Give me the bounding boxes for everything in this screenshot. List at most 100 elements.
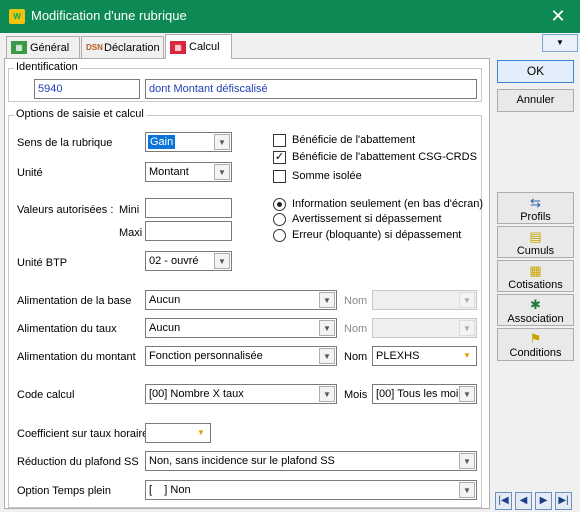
somme-isolee-label: Somme isolée	[292, 170, 362, 182]
alim-montant-select[interactable]: Fonction personnalisée ▼	[145, 346, 337, 366]
mois-label: Mois	[344, 389, 368, 401]
temps-plein-select[interactable]: [ ] Non ▼	[145, 480, 477, 500]
chevron-down-icon: ▼	[319, 320, 335, 336]
mois-value: [00] Tous les mois	[376, 388, 458, 400]
cumuls-icon: ▤	[529, 229, 542, 244]
alim-montant-label: Alimentation du montant	[17, 351, 136, 363]
conditions-button[interactable]: ⚑ Conditions	[497, 328, 574, 361]
unite-select[interactable]: Montant ▼	[145, 162, 232, 182]
chevron-down-icon: ▼	[214, 253, 230, 269]
first-record-icon[interactable]: |◀	[495, 492, 512, 510]
mini-label: Mini	[119, 204, 140, 216]
association-label: Association	[507, 313, 564, 325]
chevron-down-icon: ▼	[459, 386, 475, 402]
alim-taux-select[interactable]: Aucun ▼	[145, 318, 337, 338]
temps-plein-value: [ ] Non	[149, 484, 191, 496]
information-radio[interactable]	[273, 198, 286, 211]
chevron-down-icon: ▼	[214, 164, 230, 180]
avertissement-label: Avertissement si dépassement	[292, 213, 442, 225]
code-calcul-value: [00] Nombre X taux	[149, 388, 244, 400]
chevron-down-icon: ▼	[319, 292, 335, 308]
dsn-icon: DSN	[86, 43, 103, 52]
maxi-field[interactable]	[145, 221, 232, 241]
sens-value: Gain	[148, 135, 176, 149]
unite-btp-label: Unité BTP	[17, 257, 68, 269]
alim-base-nom-label: Nom	[344, 295, 368, 307]
alim-taux-label: Alimentation du taux	[17, 323, 117, 335]
window-title: Modification d'une rubrique	[31, 8, 187, 23]
tab-label: Général	[30, 41, 70, 54]
chevron-down-icon: ▼	[319, 386, 335, 402]
reduction-value: Non, sans incidence sur le plafond SS	[149, 455, 335, 467]
chevron-down-icon: ▼	[459, 453, 475, 469]
valeurs-label: Valeurs autorisées :	[17, 204, 114, 216]
profils-button[interactable]: ⇆ Profils	[497, 192, 574, 224]
options-group	[8, 115, 482, 508]
information-label: Information seulement (en bas d'écran)	[292, 198, 484, 210]
reduction-select[interactable]: Non, sans incidence sur le plafond SS ▼	[145, 451, 477, 471]
unite-btp-value: 02 - ouvré	[149, 255, 199, 267]
grid-icon: ▦	[11, 41, 27, 54]
alim-base-select[interactable]: Aucun ▼	[145, 290, 337, 310]
alim-taux-nom-label: Nom	[344, 323, 368, 335]
abattement-checkbox[interactable]	[273, 134, 286, 147]
mois-select[interactable]: [00] Tous les mois ▼	[372, 384, 477, 404]
alim-montant-nom-select[interactable]: PLEXHS ▼	[372, 346, 477, 366]
code-field[interactable]: 5940	[34, 79, 140, 99]
profils-label: Profils	[520, 211, 551, 223]
cumuls-label: Cumuls	[516, 245, 555, 257]
alim-taux-nom-select[interactable]: ▼	[372, 318, 477, 338]
mini-field[interactable]	[145, 198, 232, 218]
chevron-down-icon: ▼	[463, 351, 471, 360]
avertissement-radio[interactable]	[273, 213, 286, 226]
abattement-csg-checkbox[interactable]: ✓	[273, 151, 286, 164]
cotisations-icon: ▦	[529, 263, 542, 278]
unite-btp-select[interactable]: 02 - ouvré ▼	[145, 251, 232, 271]
tab-dropdown-button[interactable]: ▼	[542, 34, 578, 52]
identification-legend: Identification	[14, 61, 80, 73]
alim-base-value: Aucun	[149, 294, 181, 306]
reduction-label: Réduction du plafond SS	[17, 456, 139, 468]
conditions-icon: ⚑	[529, 331, 542, 346]
cotisations-button[interactable]: ▦ Cotisations	[497, 260, 574, 292]
association-button[interactable]: ✱ Association	[497, 294, 574, 326]
next-record-icon[interactable]: ▶	[535, 492, 552, 510]
abattement-csg-label: Bénéficie de l'abattement CSG-CRDS	[292, 151, 477, 163]
tab-general[interactable]: ▦ Général	[6, 36, 80, 58]
previous-record-icon[interactable]: ◀	[515, 492, 532, 510]
unite-label: Unité	[17, 167, 43, 179]
alim-taux-value: Aucun	[149, 322, 181, 334]
chevron-down-icon: ▼	[197, 428, 205, 437]
sens-select[interactable]: Gain ▼	[145, 132, 232, 152]
sens-label: Sens de la rubrique	[17, 137, 113, 149]
code-calcul-label: Code calcul	[17, 389, 75, 401]
abattement-label: Bénéficie de l'abattement	[292, 134, 416, 146]
cumuls-button[interactable]: ▤ Cumuls	[497, 226, 574, 258]
alim-montant-nom-value: PLEXHS	[376, 350, 420, 362]
erreur-label: Erreur (bloquante) si dépassement	[292, 229, 462, 241]
tab-label: Calcul	[189, 41, 220, 53]
temps-plein-label: Option Temps plein	[17, 485, 111, 497]
alim-base-nom-select[interactable]: ▼	[372, 290, 477, 310]
ok-button[interactable]: OK	[497, 60, 574, 83]
code-calcul-select[interactable]: [00] Nombre X taux ▼	[145, 384, 337, 404]
tab-calcul[interactable]: ▦ Calcul	[165, 34, 232, 59]
libelle-field[interactable]: dont Montant défiscalisé	[145, 79, 477, 99]
somme-isolee-checkbox[interactable]	[273, 170, 286, 183]
conditions-label: Conditions	[509, 347, 562, 359]
chevron-down-icon: ▼	[214, 134, 230, 150]
alim-montant-nom-label: Nom	[344, 351, 368, 363]
maxi-label: Maxi	[119, 227, 143, 239]
close-icon[interactable]: ✕	[548, 6, 568, 26]
chevron-down-icon: ▼	[459, 482, 475, 498]
tab-declaration[interactable]: DSN Déclaration	[81, 36, 164, 58]
alim-montant-value: Fonction personnalisée	[149, 350, 263, 362]
annuler-button[interactable]: Annuler	[497, 89, 574, 112]
coefficient-label: Coefficient sur taux horaire	[17, 428, 149, 440]
coefficient-select[interactable]: ▼	[145, 423, 211, 443]
options-legend: Options de saisie et calcul	[14, 108, 146, 120]
association-icon: ✱	[530, 297, 541, 312]
alim-base-label: Alimentation de la base	[17, 295, 132, 307]
last-record-icon[interactable]: ▶|	[555, 492, 572, 510]
erreur-radio[interactable]	[273, 229, 286, 242]
